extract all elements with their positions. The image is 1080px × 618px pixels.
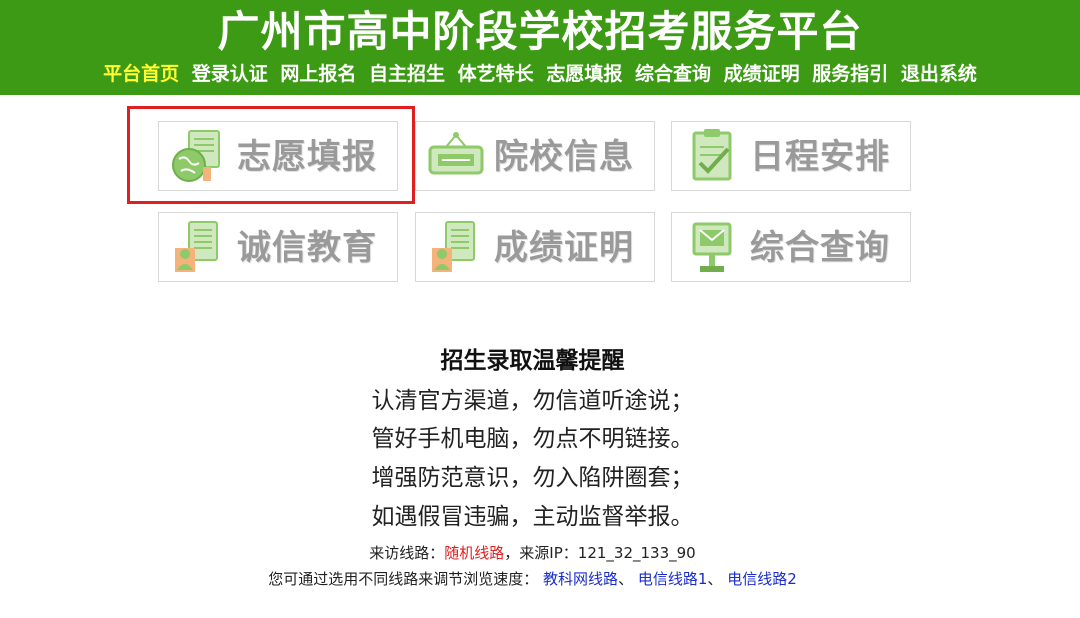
current-route: 随机线路 <box>444 544 505 562</box>
route-prefix: 来访线路： <box>369 544 445 562</box>
tile-label: 日程安排 <box>750 137 890 177</box>
route-separator: 、 <box>618 570 634 588</box>
globe-document-icon <box>172 130 220 182</box>
route-info: 来访线路：随机线路，来源IP：121_32_133_90 <box>0 541 1065 565</box>
notice-line: 增强防范意识，勿入陷阱圈套； <box>371 465 694 491</box>
route-link-telecom-2[interactable]: 电信线路2 <box>727 570 797 588</box>
route-link-edu[interactable]: 教科网线路 <box>543 570 618 588</box>
nav-item-score-certificate[interactable]: 成绩证明 <box>724 63 800 85</box>
tile-school-info[interactable]: 院校信息 <box>415 121 655 191</box>
person-document-icon <box>432 221 475 272</box>
tile-label: 成绩证明 <box>494 228 634 268</box>
person-document-icon <box>175 221 218 272</box>
tile-application[interactable]: 志愿填报 <box>158 121 398 191</box>
route-separator: 、 <box>707 570 723 588</box>
site-title: 广州市高中阶段学校招考服务平台 <box>217 7 863 56</box>
tile-label: 综合查询 <box>750 228 890 268</box>
ip-label: ，来源IP： <box>504 544 578 562</box>
mail-stand-icon <box>692 222 732 272</box>
notice-line: 认清官方渠道，勿信道听途说； <box>371 388 694 414</box>
nav-item-arts-sports[interactable]: 体艺特长 <box>458 63 534 85</box>
nav-item-guide[interactable]: 服务指引 <box>812 63 888 85</box>
nav-item-independent-enrollment[interactable]: 自主招生 <box>369 63 445 85</box>
tile-schedule[interactable]: 日程安排 <box>671 121 911 191</box>
route-link-telecom-1[interactable]: 电信线路1 <box>638 570 708 588</box>
nav-item-application[interactable]: 志愿填报 <box>546 63 622 85</box>
notice-line: 管好手机电脑，勿点不明链接。 <box>371 426 694 452</box>
notice-line: 如遇假冒违骗，主动监督举报。 <box>371 504 694 530</box>
route-choice-text: 您可通过选用不同线路来调节浏览速度： <box>268 570 539 588</box>
source-ip: 121_32_133_90 <box>577 544 696 562</box>
notice-title: 招生录取温馨提醒 <box>440 348 625 374</box>
nav-item-logout[interactable]: 退出系统 <box>901 63 977 85</box>
nav-item-home[interactable]: 平台首页 <box>103 63 179 85</box>
nav-item-login[interactable]: 登录认证 <box>192 63 268 85</box>
route-choice: 您可通过选用不同线路来调节浏览速度： 教科网线路、 电信线路1、 电信线路2 <box>0 567 1065 591</box>
tile-comprehensive-query[interactable]: 综合查询 <box>671 212 911 282</box>
signboard-icon <box>428 132 484 175</box>
tile-integrity-education[interactable]: 诚信教育 <box>158 212 398 282</box>
nav-item-query[interactable]: 综合查询 <box>635 63 711 85</box>
header-bar: 广州市高中阶段学校招考服务平台 平台首页 登录认证 网上报名 自主招生 体艺特长… <box>0 0 1080 95</box>
checklist-icon <box>692 129 732 181</box>
nav-item-register[interactable]: 网上报名 <box>280 63 356 85</box>
tile-label: 院校信息 <box>494 137 634 177</box>
tile-label: 诚信教育 <box>237 228 377 268</box>
main-nav: 平台首页 登录认证 网上报名 自主招生 体艺特长 志愿填报 综合查询 成绩证明 … <box>0 60 1080 88</box>
tile-score-certificate[interactable]: 成绩证明 <box>415 212 655 282</box>
tile-label: 志愿填报 <box>237 137 377 177</box>
